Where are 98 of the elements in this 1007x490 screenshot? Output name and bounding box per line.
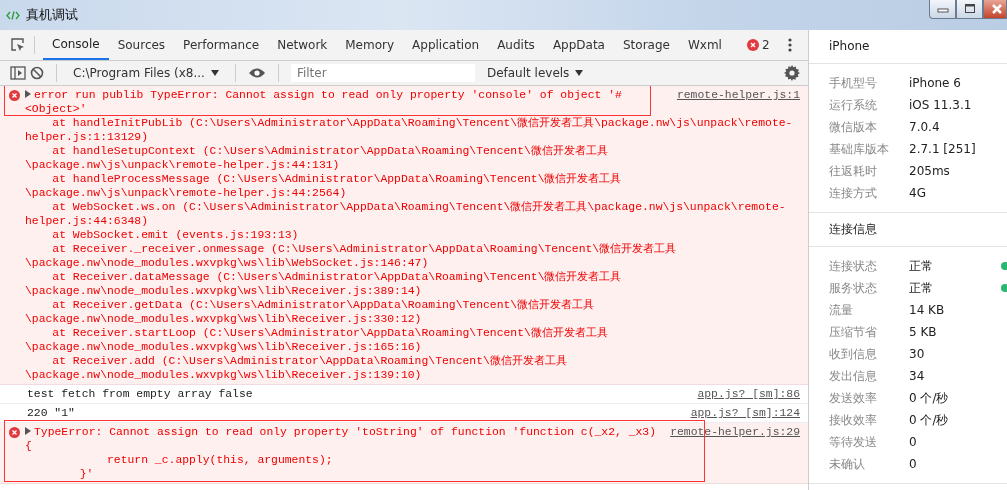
info-label: 往返耗时 [829,162,878,180]
message-line: \package.nw\node_modules.wxvpkg\ws\lib\WebSocket.js:146:47) [25,257,429,269]
info-label: 发出信息 [829,367,878,385]
message-line: }' [78,468,94,480]
info-label: 基础库版本 [829,140,890,158]
info-value: 205ms [909,164,950,178]
message-line: \package.nw\node_modules.wxvpkg\ws\lib\Receiver.js:139:10) [25,369,422,381]
info-value: 4G [909,186,926,200]
info-value: 30 [909,347,925,361]
info-value: 0 个/秒 [909,411,949,429]
source-link[interactable]: app.js? [sm]:124 [690,406,800,420]
info-label: 连接状态 [829,257,878,275]
expand-icon[interactable] [25,90,31,98]
message-line: \package.nw\js\unpack\remote-helper.js:44:131) [25,159,340,171]
maximize-icon [962,3,977,15]
message-line: \package.nw\node_modules.wxvpkg\ws\lib\Receiver.js:330:12) [25,313,422,325]
filter-field[interactable]: Filter [290,64,475,82]
minimize-button[interactable] [929,0,956,19]
info-value: 0 [909,435,917,449]
minimize-icon [935,5,950,13]
message-line: return _c.apply(this, arguments); [106,454,333,466]
message-line: test fetch from empty array false [27,388,253,400]
message-line: { [25,440,32,452]
info-value: 14 KB [909,303,945,317]
info-label: 运行系统 [829,96,878,114]
info-value: iPhone 6 [909,76,961,90]
panel-tab[interactable]: Wxml [678,30,731,60]
panel-tab[interactable]: Storage [614,30,679,60]
panel-tab[interactable]: Memory [336,30,404,60]
panel-tab[interactable]: Application [403,30,489,60]
panel-tab[interactable]: Performance [174,30,269,60]
info-value: 34 [909,369,925,383]
info-label: 连接方式 [829,184,878,202]
info-label: 发送效率 [829,389,878,407]
clear-icon[interactable] [30,66,44,80]
info-label: 手机型号 [829,74,878,92]
info-value: 5 KB [909,325,937,339]
message-line: helper.js:44:6348) [25,215,149,227]
panel-tab[interactable]: Audits [488,30,544,60]
section-title: iPhone [809,30,1007,64]
message-line: error run publib TypeError: Cannot assign to read only property 'console' of object '# [34,89,622,101]
message-line: at Receiver._receiver.onmessage (C:\Users\Administrator\AppData\Roaming\Tencent\微信开发者工具 [51,243,677,255]
maximize-button[interactable] [956,0,983,19]
caret-icon [575,70,584,76]
message-line: at handleInitPubLib (C:\Users\Administrator\AppData\Roaming\Tencent\微信开发者工具\package.nw\js\unpack\remote- [51,117,793,129]
panel-tab[interactable]: Network [268,30,337,60]
context-select[interactable]: C:\Program Files (x8... [69,66,223,80]
source-link[interactable]: remote-helper.js:1 [676,88,800,102]
message-line: helper.js:1:13129) [25,131,149,143]
panel-tab[interactable]: AppData [543,30,614,60]
error-icon [746,39,759,51]
message-line: \package.nw\node_modules.wxvpkg\ws\lib\Receiver.js:165:16) [25,341,422,353]
info-value: 正常 [909,257,933,275]
message-line: 220 "1" [27,407,75,419]
message-line: \package.nw\js\unpack\remote-helper.js:44:2564) [25,187,347,199]
levels-dropdown[interactable]: Default levels [480,65,590,81]
settings-icon[interactable] [784,65,800,81]
inspect-icon[interactable] [10,37,26,53]
message-line: at handleSetupContext (C:\Users\Administrator\AppData\Roaming\Tencent\微信开发者工具 [51,145,608,157]
error-count: 2 [761,38,770,52]
message-line: at Receiver.getData (C:\Users\Administrator\AppData\Roaming\Tencent\微信开发者工具 [51,299,595,311]
info-value: 7.0.4 [909,120,940,134]
info-value: 2.7.1 [251] [909,142,976,156]
info-label: 流量 [829,301,854,319]
message-line: at Receiver.dataMessage (C:\Users\Administrator\AppData\Roaming\Tencent\微信开发者工具 [51,271,622,283]
expand-icon[interactable] [25,427,31,435]
section-title: 连接信息 [809,213,1007,247]
error-icon [9,90,20,101]
message-line: at Receiver.startLoop (C:\Users\Administrator\AppData\Roaming\Tencent\微信开发者工具 [51,327,608,339]
eye-icon[interactable] [247,67,266,79]
info-label: 收到信息 [829,345,878,363]
caret-icon [210,70,219,76]
panel-tab[interactable]: Sources [108,30,175,60]
info-value: 0 个/秒 [909,389,949,407]
message-line: at WebSocket.ws.on (C:\Users\Administrator\AppData\Roaming\Tencent\微信开发者工具\package.nw\js\unpack\remote- [51,201,786,213]
info-value: iOS 11.3.1 [909,98,972,112]
info-label: 微信版本 [829,118,878,136]
error-icon [9,427,20,438]
info-label: 等待发送 [829,433,878,451]
source-link[interactable]: app.js? [sm]:86 [697,387,800,401]
message-line: TypeError: Cannot assign to read only property 'toString' of function 'function c(_x2, _x3) [34,426,657,438]
code-icon [6,10,20,20]
info-label: 压缩节省 [829,323,878,341]
info-label: 服务状态 [829,279,878,297]
info-value: 正常 [909,279,933,297]
message-line: at Receiver.add (C:\Users\Administrator\AppData\Roaming\Tencent\微信开发者工具 [51,355,567,367]
close-icon [990,3,1004,15]
info-value: 0 [909,457,917,471]
message-line: <Object>' [25,103,87,115]
sidebar-toggle-icon[interactable] [10,66,26,80]
info-label: 接收效率 [829,411,878,429]
message-line: at WebSocket.emit (events.js:193:13) [51,229,299,241]
window-title: 真机调试 [26,6,78,24]
info-label: 未确认 [829,455,866,473]
message-line: \package.nw\node_modules.wxvpkg\ws\lib\Receiver.js:389:14) [25,285,422,297]
message-line: at handleProcessMessage (C:\Users\Administrator\AppData\Roaming\Tencent\微信开发者工具 [51,173,622,185]
more-icon[interactable] [787,38,792,52]
close-button[interactable] [983,0,1007,19]
